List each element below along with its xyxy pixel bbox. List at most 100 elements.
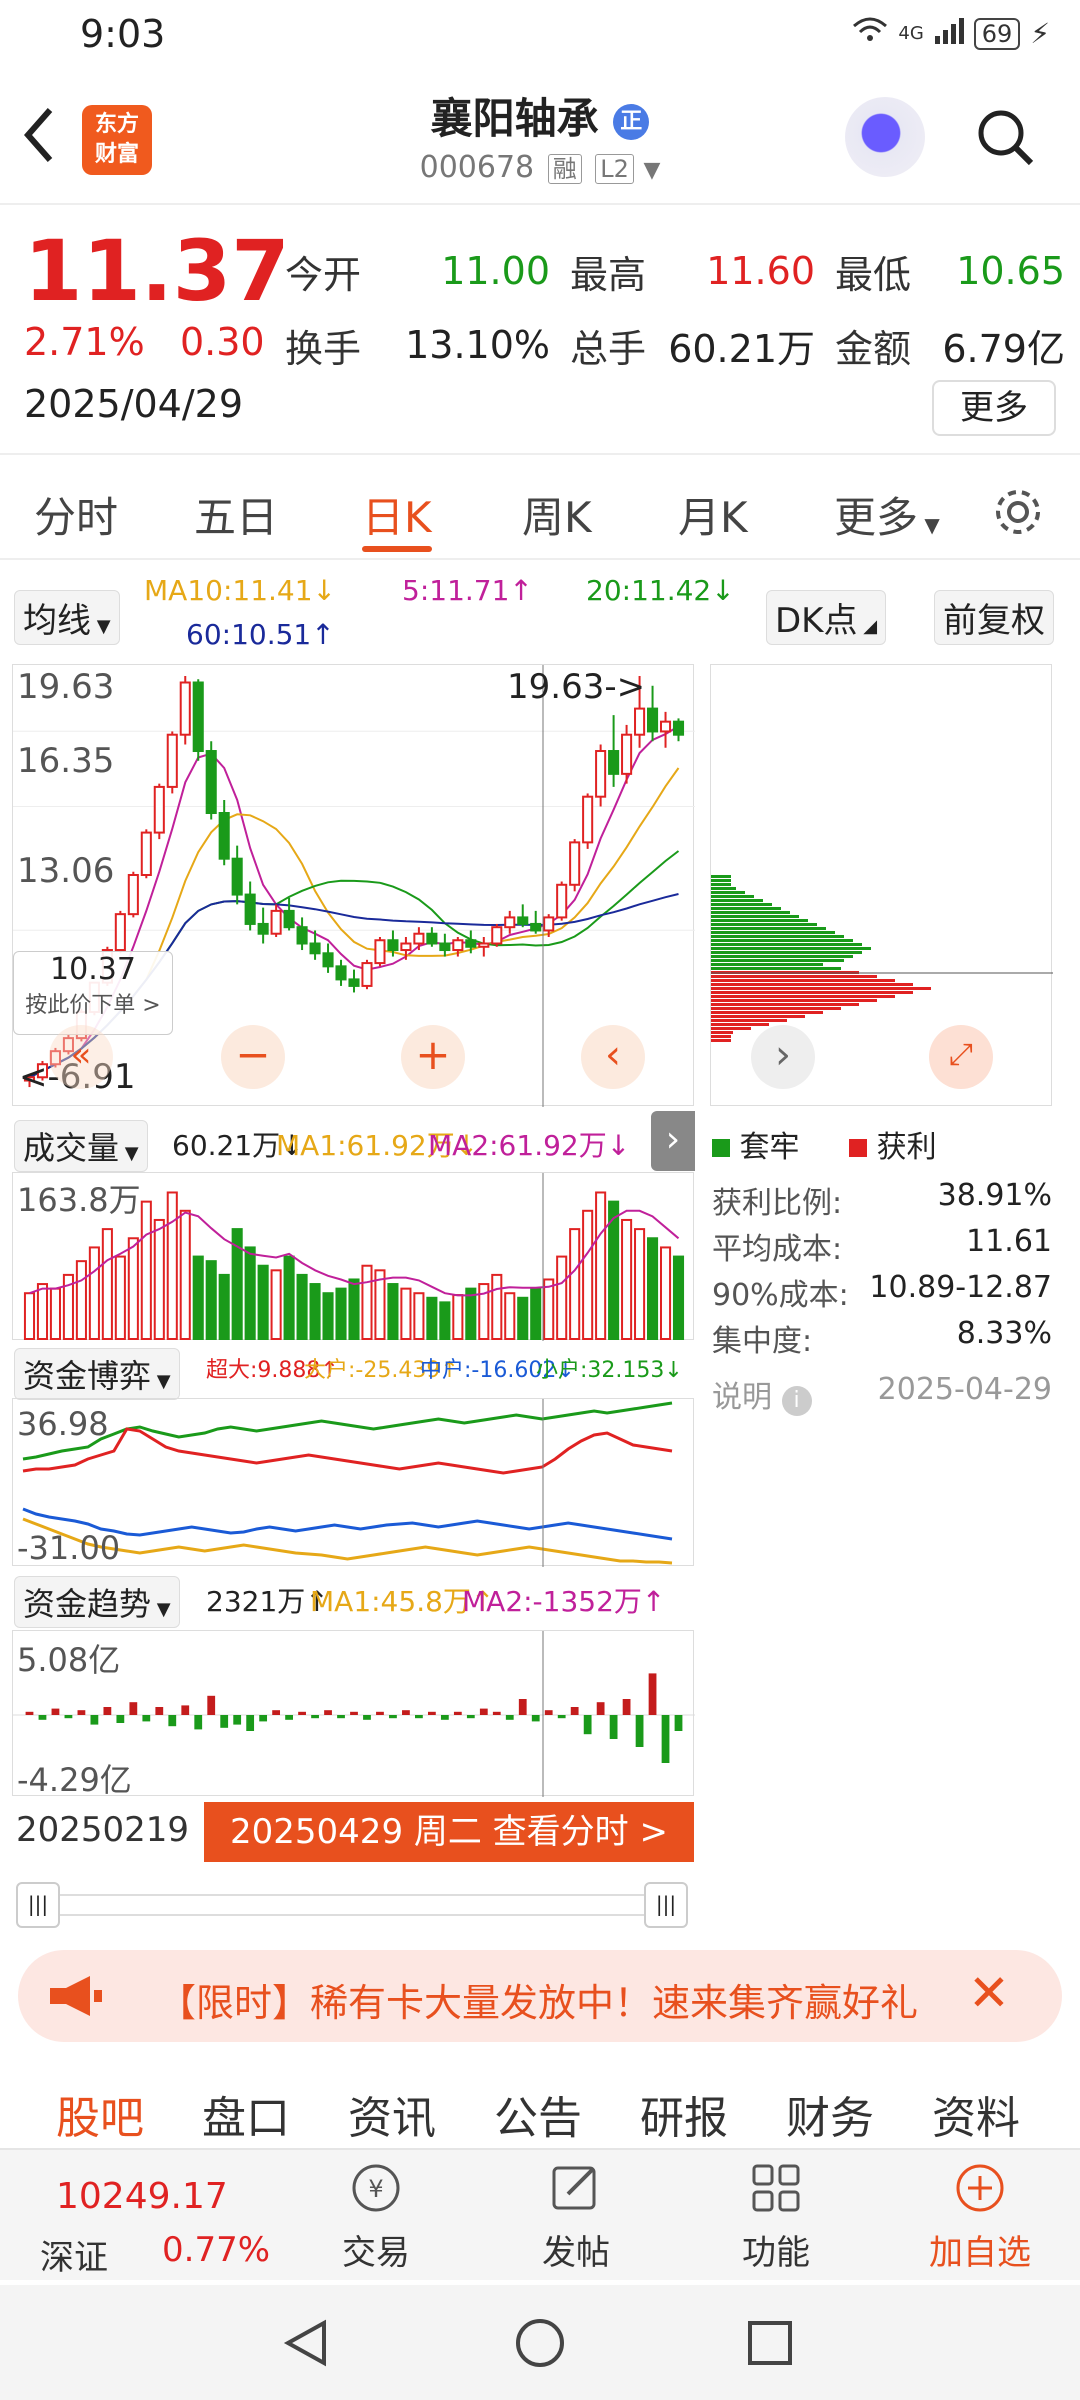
add-watchlist-button[interactable]: 加自选 xyxy=(920,2160,1040,2274)
robot-avatar-icon[interactable] xyxy=(845,97,925,177)
promo-banner[interactable]: 【限时】稀有卡大量发放中！速来集齐赢好礼 ✕ xyxy=(18,1950,1062,2042)
volume-bar xyxy=(49,1287,61,1340)
tab-profile[interactable]: 资料 xyxy=(932,2082,1020,2146)
fullscreen-icon[interactable]: ⤢ xyxy=(929,1025,993,1089)
chip-next-button[interactable]: › xyxy=(751,1025,815,1089)
candle-body xyxy=(127,873,139,916)
low-label: 最低 xyxy=(835,252,912,297)
tab-financials[interactable]: 财务 xyxy=(786,2082,874,2146)
nav-recent-icon[interactable] xyxy=(744,2317,796,2373)
quote-date: 2025/04/29 xyxy=(24,382,244,426)
dk-point-button[interactable]: DK点 ◢ xyxy=(766,590,887,645)
trend-bar xyxy=(531,1715,540,1722)
trend-y-high: 5.08亿 xyxy=(17,1641,121,1679)
chip-date: 2025-04-29 xyxy=(877,1372,1052,1407)
chip-bar xyxy=(711,999,877,1002)
y-mid2-label: 13.06 xyxy=(17,851,115,891)
fund-trend-chart[interactable]: 5.08亿 -4.29亿 xyxy=(12,1630,695,1799)
range-handle-right[interactable]: ||| xyxy=(644,1882,688,1928)
fund-line xyxy=(22,1401,673,1461)
chip-bar xyxy=(711,927,826,930)
chip-bar xyxy=(711,967,841,970)
volume-bar xyxy=(595,1191,607,1340)
trend-bar xyxy=(155,1707,164,1715)
volume-bar xyxy=(270,1269,282,1340)
tab-weekly-k[interactable]: 周K xyxy=(522,484,592,545)
nav-back-icon[interactable] xyxy=(280,2317,332,2373)
fund-game-select[interactable]: 资金博弈 ▼ xyxy=(14,1348,180,1400)
tab-five-day[interactable]: 五日 xyxy=(194,484,278,545)
trend-bar xyxy=(635,1715,644,1747)
volume-bar xyxy=(257,1264,269,1340)
forward-adjust-button[interactable]: 前复权 xyxy=(934,590,1054,645)
candle-body xyxy=(166,733,178,788)
volume-bar xyxy=(452,1294,464,1340)
trend-y-low: -4.29亿 xyxy=(17,1761,132,1799)
cursor-price-box[interactable]: 10.37 按此价下单 > xyxy=(13,951,173,1035)
tab-more[interactable]: 更多 ▼ xyxy=(834,484,940,545)
tab-intraday[interactable]: 分时 xyxy=(34,484,118,545)
trend-bar xyxy=(64,1715,73,1719)
index-value[interactable]: 10249.17 xyxy=(56,2176,228,2217)
gear-icon[interactable] xyxy=(990,484,1046,540)
zoom-in-button[interactable]: + xyxy=(401,1025,465,1089)
volume-indicator-select[interactable]: 成交量 ▼ xyxy=(14,1120,148,1172)
zoom-out-button[interactable]: − xyxy=(221,1025,285,1089)
more-button[interactable]: 更多 xyxy=(932,380,1056,436)
chip-bar xyxy=(711,943,862,946)
volume-bar xyxy=(309,1283,321,1340)
trend-bar xyxy=(622,1699,631,1715)
search-icon[interactable] xyxy=(975,107,1035,167)
volume-chart[interactable]: 163.8万 xyxy=(12,1172,694,1341)
candle-body xyxy=(387,939,399,952)
chip-bar xyxy=(711,883,731,886)
candle-body xyxy=(608,750,620,775)
candle-body xyxy=(634,707,646,736)
margin-tag: 融 xyxy=(547,154,582,184)
close-icon[interactable]: ✕ xyxy=(968,1964,1010,2022)
candle-body xyxy=(672,720,685,736)
range-slider[interactable]: ||| ||| xyxy=(16,1882,688,1928)
tab-daily-k[interactable]: 日K xyxy=(362,484,432,545)
trend-bar xyxy=(389,1715,397,1719)
kline-chart[interactable]: 19.63 16.35 13.06 19.63-> <-6.91 10.37 按… xyxy=(12,664,695,1171)
trend-bar xyxy=(427,1711,436,1715)
function-button[interactable]: 功能 xyxy=(730,2160,822,2274)
tab-announcements[interactable]: 公告 xyxy=(494,2082,582,2146)
volume-bar xyxy=(439,1301,451,1340)
volume-bar xyxy=(361,1264,373,1340)
expand-panel-icon[interactable]: › xyxy=(651,1111,695,1171)
trend-bar xyxy=(492,1711,501,1715)
tab-research[interactable]: 研报 xyxy=(640,2082,728,2146)
quote-grid: 今开 11.00 最高 11.60 最低 10.65 换手 13.10% 总手 … xyxy=(285,234,1065,382)
candle-body xyxy=(114,913,126,952)
tab-forum[interactable]: 股吧 xyxy=(56,2082,144,2146)
candle-body xyxy=(621,733,633,775)
scroll-left-button[interactable]: ‹ xyxy=(581,1025,645,1089)
cursor-price: 10.37 xyxy=(50,952,136,987)
trend-bar xyxy=(116,1715,125,1723)
ma-select-button[interactable]: 均线 ▼ xyxy=(14,590,120,645)
volume-bar xyxy=(634,1228,646,1340)
tab-monthly-k[interactable]: 月K xyxy=(678,484,748,545)
trend-bar xyxy=(233,1715,242,1725)
tab-orderbook[interactable]: 盘口 xyxy=(202,2082,290,2146)
rewind-button[interactable]: « xyxy=(49,1025,113,1089)
trend-bar xyxy=(38,1715,47,1720)
nav-home-icon[interactable] xyxy=(514,2317,566,2373)
post-button[interactable]: 发帖 xyxy=(530,2160,622,2274)
trade-button[interactable]: ¥ 交易 xyxy=(330,2160,422,2274)
trend-bar xyxy=(181,1705,190,1715)
fund-game-chart[interactable]: 36.98 -31.00 xyxy=(12,1398,694,1567)
trend-bar xyxy=(246,1715,255,1731)
chip-note-link[interactable]: 说明 i xyxy=(712,1372,812,1418)
tab-news[interactable]: 资讯 xyxy=(348,2082,436,2146)
trend-bar xyxy=(453,1711,462,1715)
promo-text: 【限时】稀有卡大量发放中！速来集齐赢好礼 xyxy=(158,1981,919,2025)
chip-bar xyxy=(711,935,844,938)
trend-bar xyxy=(350,1711,358,1715)
range-handle-left[interactable]: ||| xyxy=(16,1882,60,1928)
volume-bar xyxy=(556,1255,568,1340)
fund-trend-select[interactable]: 资金趋势 ▼ xyxy=(14,1576,180,1628)
view-intraday-button[interactable]: 20250429 周二 查看分时 > xyxy=(204,1802,694,1862)
